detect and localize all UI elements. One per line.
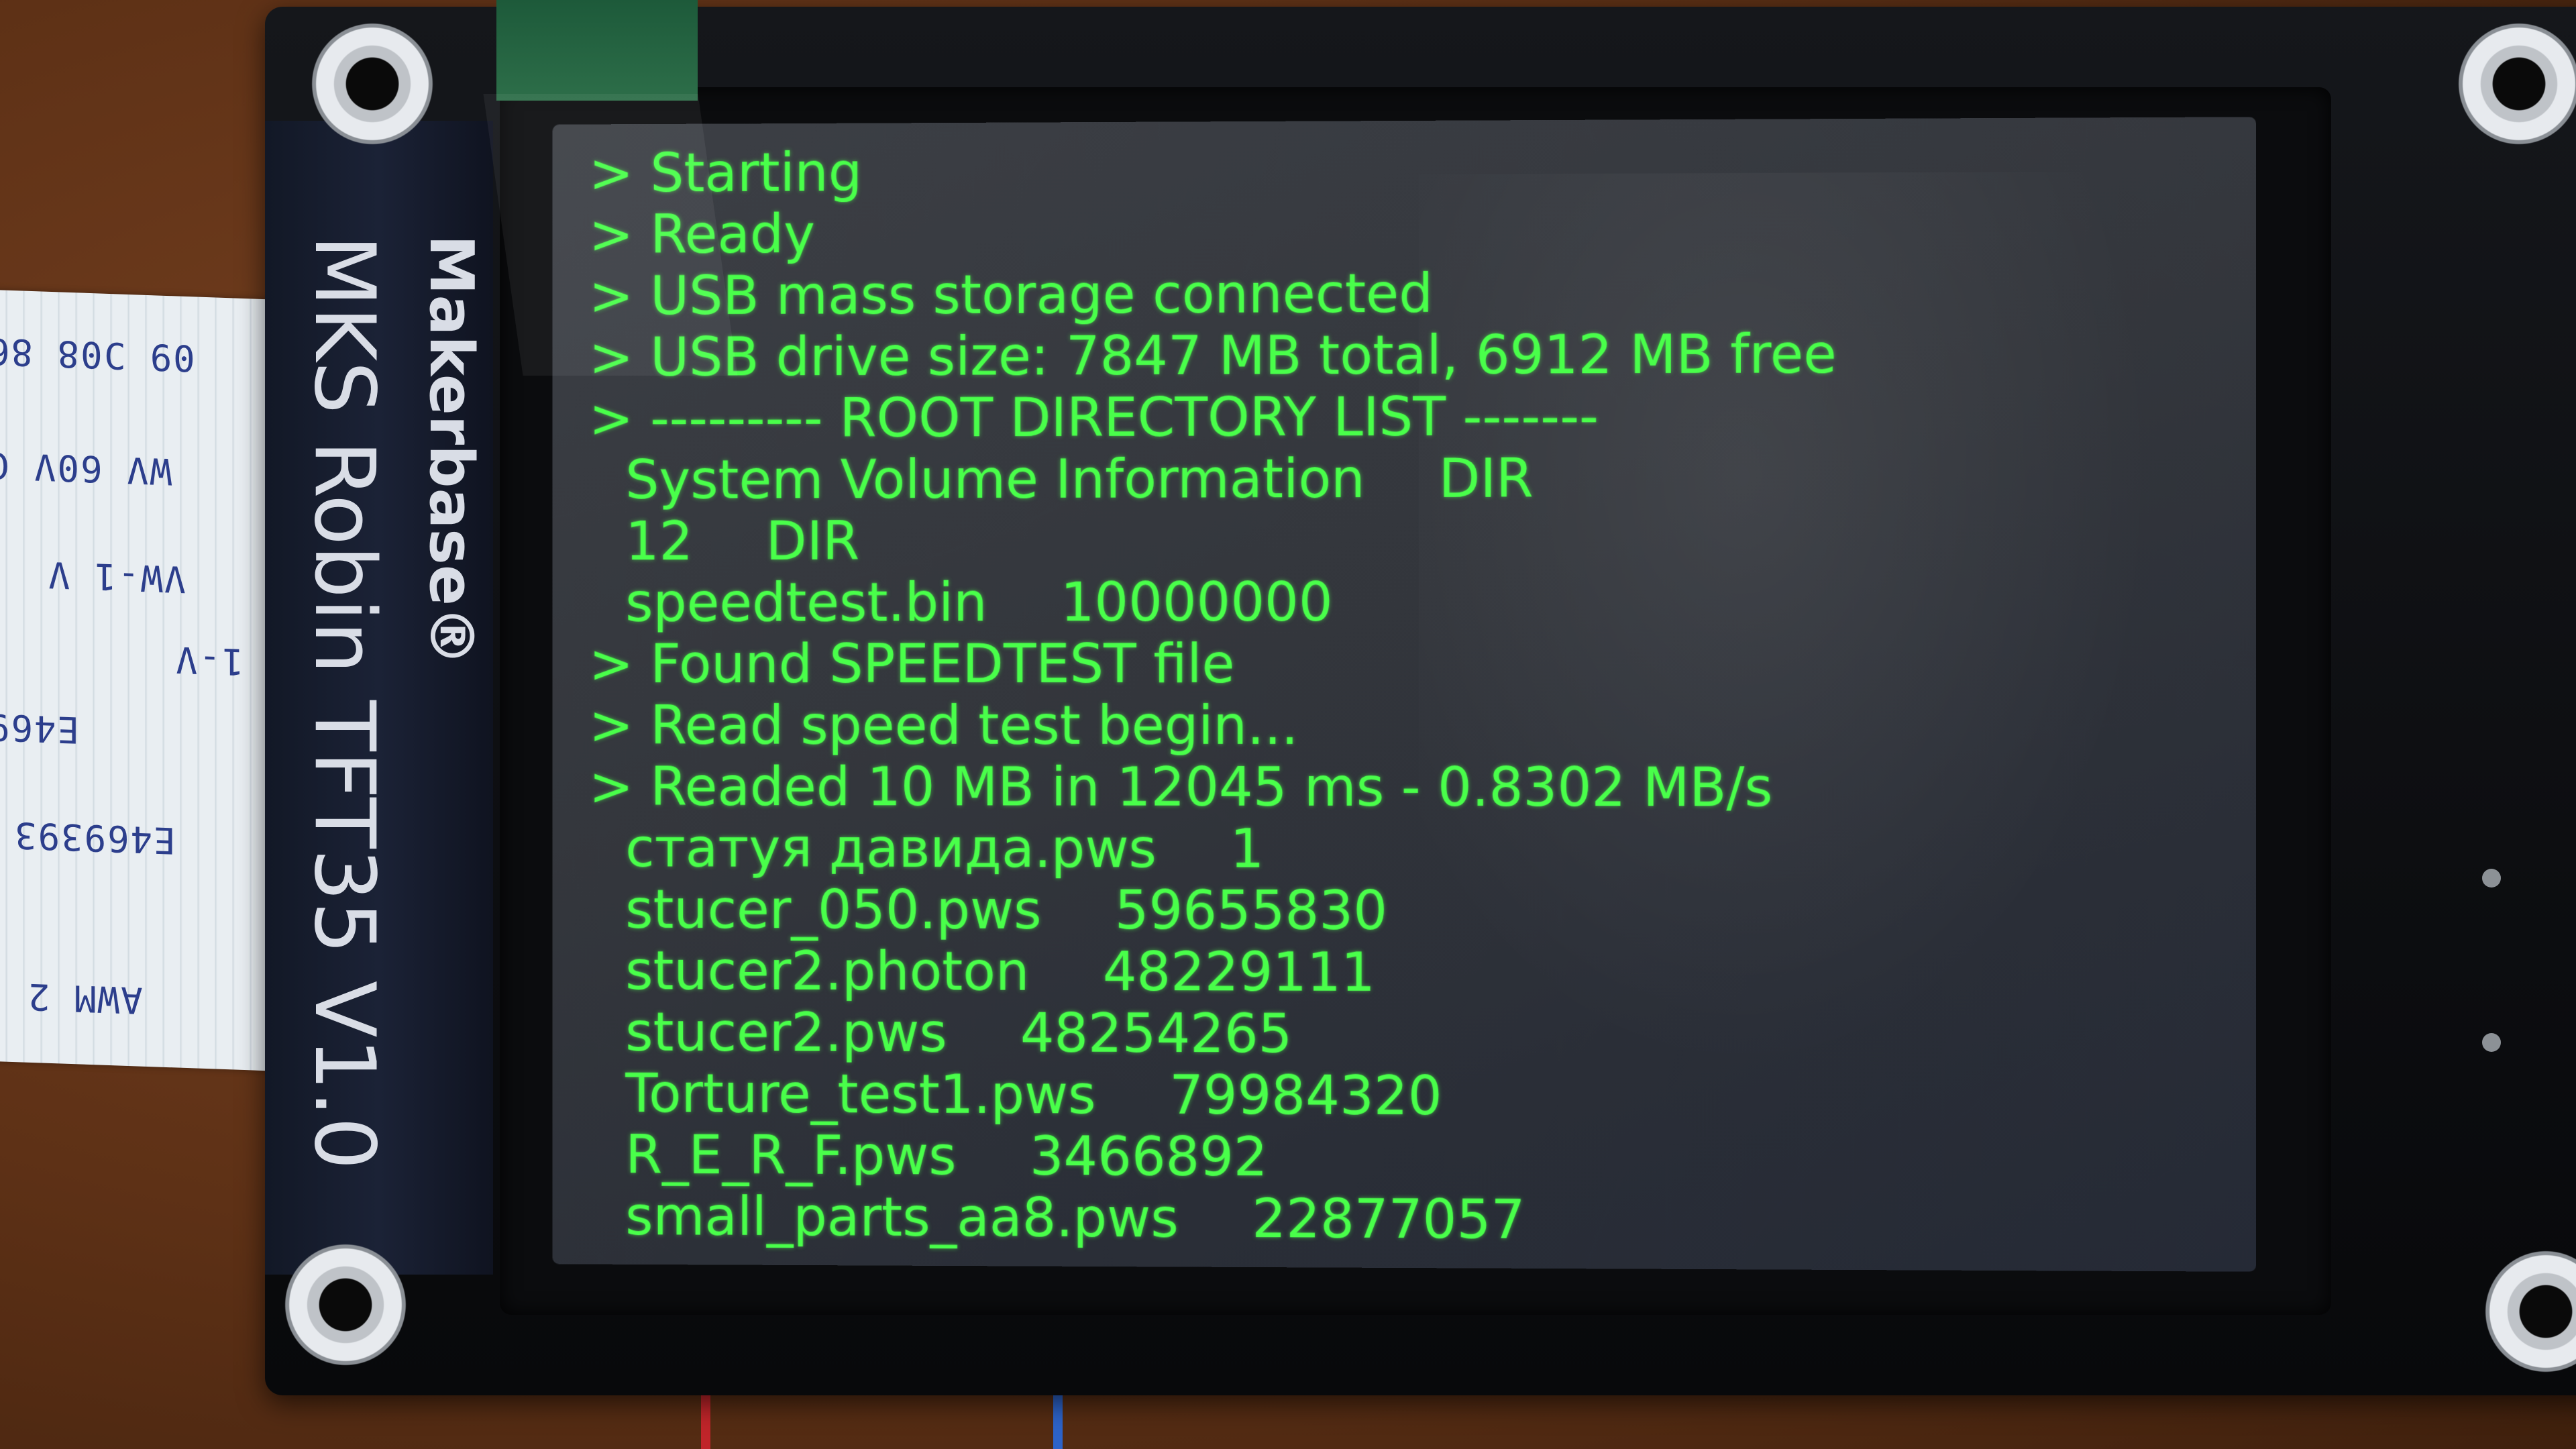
file-size: 48229111 [1102, 941, 1375, 1004]
console-line: stucer_050.pws 59655830 [589, 878, 1837, 943]
console-line: Torture_test1.pws 79984320 [589, 1063, 1837, 1129]
console-line: > Found SPEEDTEST file [589, 633, 1837, 695]
model-label: MKS Robin TFT35 V1.0 [296, 235, 392, 1170]
photo-scene: 09 Ɔ08 86 WV 60V C VW-1 V 1-V E469 E4693… [0, 0, 2576, 1449]
console-line-text: > Read speed test begin... [588, 694, 1299, 757]
file-size: 59655830 [1114, 879, 1388, 942]
console-line: > --------- ROOT DIRECTORY LIST ------- [589, 385, 1837, 449]
file-name: small_parts_aa8.pws [625, 1185, 1179, 1250]
side-pin [2482, 1033, 2501, 1052]
ribbon-marking: E469393 [13, 814, 176, 862]
file-name: speedtest.bin [625, 571, 987, 634]
clear-tape [483, 94, 738, 376]
file-size: DIR [1438, 447, 1534, 510]
console-line-text: > --------- ROOT DIRECTORY LIST ------- [588, 385, 1599, 450]
file-size: 48254265 [1020, 1002, 1293, 1065]
file-size: 79984320 [1169, 1064, 1442, 1128]
file-size: 22877057 [1252, 1187, 1525, 1251]
board-label-strip: Makerbase® MKS Robin TFT35 V1.0 [265, 121, 493, 1275]
console-line: статуя давида.pws 1 [589, 816, 1837, 881]
file-size: DIR [765, 510, 860, 572]
file-name: System Volume Information [625, 447, 1365, 511]
console-line: > USB drive size: 7847 MB total, 6912 MB… [589, 323, 1837, 388]
file-name: R_E_R_F.pws [625, 1124, 957, 1187]
console-line: > Readed 10 MB in 12045 ms - 0.8302 MB/s [588, 755, 1837, 819]
side-pin [2482, 869, 2501, 888]
console-line: > Ready [589, 199, 1837, 266]
mounting-hole-bottom-left [275, 1234, 416, 1375]
console-line: speedtest.bin 10000000 [589, 571, 1837, 633]
console-line: stucer2.pws 48254265 [589, 1001, 1837, 1067]
console-line-text: > Found SPEEDTEST file [588, 633, 1235, 695]
ribbon-marking: E469 [0, 705, 80, 751]
console-line: System Volume Information DIR [589, 447, 1837, 511]
brand-label: Makerbase® [416, 235, 486, 666]
file-name: stucer_050.pws [625, 878, 1042, 941]
console-line: > USB mass storage connected [589, 262, 1837, 327]
file-size: 1 [1230, 817, 1265, 880]
console-line: R_E_R_F.pws 3466892 [589, 1124, 1837, 1191]
ribbon-marking: WV 60V C [0, 443, 172, 493]
file-name: Torture_test1.pws [625, 1062, 1096, 1126]
console-line: > Starting [589, 138, 1837, 204]
ribbon-marking: 1-V [174, 638, 244, 684]
lcd-screen: > Starting > Ready > USB mass storage conn… [552, 117, 2257, 1272]
ribbon-marking: VW-1 V [47, 553, 186, 600]
file-name: 12 [625, 510, 693, 573]
file-name: статуя давида.pws [625, 816, 1157, 880]
console-line-text: > Readed 10 MB in 12045 ms - 0.8302 MB/s [588, 755, 1773, 819]
file-size: 10000000 [1060, 571, 1333, 634]
console-output: > Starting > Ready > USB mass storage conn… [589, 138, 1837, 1252]
console-line: > Read speed test begin... [588, 694, 1837, 757]
ribbon-marking: AWM 2 [27, 975, 143, 1022]
console-line-text: > USB drive size: 7847 MB total, 6912 MB… [588, 323, 1837, 388]
mounting-hole-top-left [302, 13, 443, 154]
file-name: stucer2.pws [625, 1001, 947, 1065]
file-size: 3466892 [1029, 1125, 1268, 1189]
green-tape [496, 0, 698, 101]
ribbon-marking: 09 Ɔ08 86 [0, 329, 195, 380]
console-line: small_parts_aa8.pws 22877057 [589, 1185, 1837, 1252]
file-name: stucer2.photon [625, 939, 1030, 1003]
console-line: 12 DIR [589, 509, 1837, 572]
console-line: stucer2.photon 48229111 [589, 939, 1837, 1005]
